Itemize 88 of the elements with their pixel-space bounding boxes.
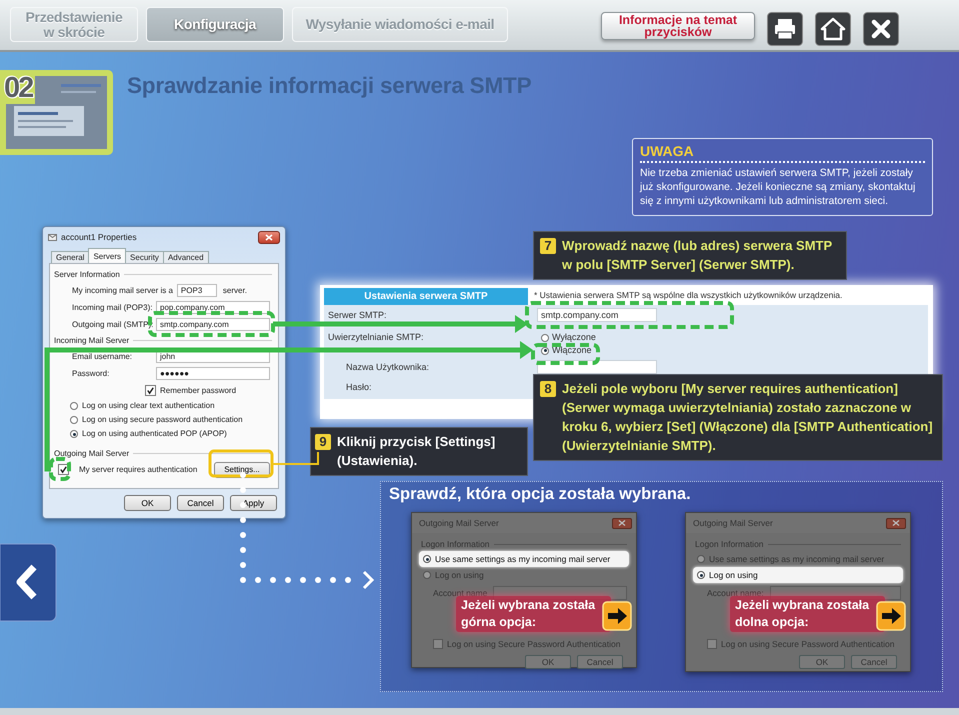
highlight-frame xyxy=(531,343,600,365)
radio-button[interactable] xyxy=(697,555,705,563)
dialog-tab[interactable]: Advanced xyxy=(162,251,209,263)
close-button[interactable] xyxy=(886,518,906,528)
radio-button[interactable] xyxy=(423,555,431,563)
callout-text: Kliknij przycisk [Settings] (Ustawienia). xyxy=(337,433,496,470)
envelope-icon xyxy=(48,233,57,241)
connector-line xyxy=(272,452,319,465)
input-field[interactable]: POP3 xyxy=(176,284,217,297)
radio-button[interactable] xyxy=(70,402,78,410)
dialog-tab[interactable]: General xyxy=(51,251,90,263)
group-heading: Logon Information xyxy=(421,539,490,549)
close-icon xyxy=(892,520,900,526)
callout-text: Wprowadź nazwę (lub adres) serwera SMTP w polu [SMTP Server] (Serwer SMTP). xyxy=(562,237,833,274)
info-button[interactable]: Informacje na temat przycisków xyxy=(601,12,755,40)
step-number: 7 xyxy=(540,238,556,254)
checkbox-label: Log on using Secure Password Authentication xyxy=(447,639,620,649)
input-field[interactable]: ●●●●●● xyxy=(156,367,270,380)
step-number: 8 xyxy=(540,381,556,397)
window-title: Outgoing Mail Server xyxy=(419,518,499,528)
section-header: Ustawienia serwera SMTP xyxy=(324,288,528,305)
option-label: Log on using authenticated POP (APOP) xyxy=(82,429,227,439)
field-label: Serwer SMTP: xyxy=(328,310,387,320)
dialog-tab[interactable]: Security xyxy=(125,251,164,263)
callout-text: Jeżeli pole wyboru [My server requires authentication] (Serwer wymaga uwierzytelniania) zostało zaznaczone w kroku 6, wybierz [Set] (Włączone) dla [SMTP Authentication] (Uwierzytelnianie SMTP). xyxy=(562,380,934,455)
arrow-right-icon xyxy=(876,601,906,631)
window-title: account1 Properties xyxy=(61,232,137,242)
group-heading: Logon Information xyxy=(695,539,764,549)
group-heading: Server Information xyxy=(54,270,120,280)
callout-label: Jeżeli wybrana została dolna opcja: xyxy=(730,596,885,632)
radio-button[interactable] xyxy=(541,346,549,354)
radio-button[interactable] xyxy=(697,571,705,579)
option-label: Log on using clear text authentication xyxy=(82,401,215,411)
field-label: Incoming mail (POP3): xyxy=(72,302,154,312)
option-label: Włączone xyxy=(552,345,592,356)
field-label: Password: xyxy=(72,368,110,378)
checkbox[interactable] xyxy=(433,639,443,649)
home-icon xyxy=(815,12,851,46)
input-field[interactable]: smtp.company.com xyxy=(156,318,270,331)
print-button[interactable] xyxy=(767,12,803,46)
input-field[interactable]: smtp.company.com xyxy=(537,308,657,322)
panel-title: Sprawdź, która opcja została wybrana. xyxy=(389,484,692,504)
step-number: 9 xyxy=(315,434,331,450)
group-heading: Outgoing Mail Server xyxy=(54,448,130,458)
close-icon xyxy=(265,234,273,240)
radio-button[interactable] xyxy=(423,571,431,579)
option-label: Use same settings as my incoming mail server xyxy=(435,554,610,564)
window-title: Outgoing Mail Server xyxy=(693,518,773,528)
radio-button[interactable] xyxy=(70,430,78,438)
back-button[interactable] xyxy=(0,543,57,622)
option-label: Use same settings as my incoming mail server xyxy=(709,554,884,564)
dialog-button[interactable]: OK xyxy=(124,495,171,511)
radio-button[interactable] xyxy=(541,334,549,342)
close-icon xyxy=(618,520,626,526)
dialog-button[interactable]: Cancel xyxy=(177,495,224,511)
highlight-frame xyxy=(208,450,274,478)
print-icon xyxy=(767,12,803,46)
step-title: Sprawdzanie informacji serwera SMTP xyxy=(127,73,532,99)
note-title: UWAGA xyxy=(640,143,925,163)
checkbox-label: Log on using Secure Password Authentication xyxy=(721,639,894,649)
option-label: Log on using xyxy=(435,570,484,580)
field-label: Email username: xyxy=(72,352,134,362)
close-button[interactable] xyxy=(612,518,632,528)
group-heading: Incoming Mail Server xyxy=(54,336,130,346)
close-button[interactable] xyxy=(863,12,899,46)
field-label: Hasło: xyxy=(346,382,372,392)
radio-button[interactable] xyxy=(70,416,78,424)
option-label: Wyłączone xyxy=(552,332,596,343)
checkbox-label: Remember password xyxy=(160,386,236,396)
checkbox[interactable] xyxy=(145,385,156,396)
close-button[interactable] xyxy=(258,230,280,244)
option-label: Log on using secure password authentication xyxy=(82,415,243,425)
field-label: server. xyxy=(222,286,247,296)
option-label: Log on using xyxy=(709,570,758,580)
highlight-frame xyxy=(49,457,71,481)
close-icon xyxy=(863,12,899,46)
note-text: * Ustawienia serwera SMTP są wspólne dla wszystkich użytkowników urządzenia. xyxy=(528,288,928,305)
dialog-tab[interactable]: Servers xyxy=(88,248,126,263)
arrow-right-icon xyxy=(602,601,632,631)
checkbox[interactable] xyxy=(707,639,717,649)
field-label: Nazwa Użytkownika: xyxy=(346,362,430,372)
field-label: Outgoing mail (SMTP): xyxy=(72,320,154,330)
note-text: Nie trzeba zmieniać ustawień serwera SMTP, jeżeli zostały już skonfigurowane. Jeżeli konieczne są zmiany, skontaktuj się z innymi użytkownikami lub administratorem sieci. xyxy=(640,166,916,208)
field-label: My incoming mail server is a xyxy=(72,286,173,296)
callout-label: Jeżeli wybrana została górna opcja: xyxy=(456,596,611,632)
field-label: Uwierzytelnianie SMTP: xyxy=(328,332,424,342)
checkbox-label: My server requires authentication xyxy=(79,464,198,474)
home-button[interactable] xyxy=(815,12,851,46)
